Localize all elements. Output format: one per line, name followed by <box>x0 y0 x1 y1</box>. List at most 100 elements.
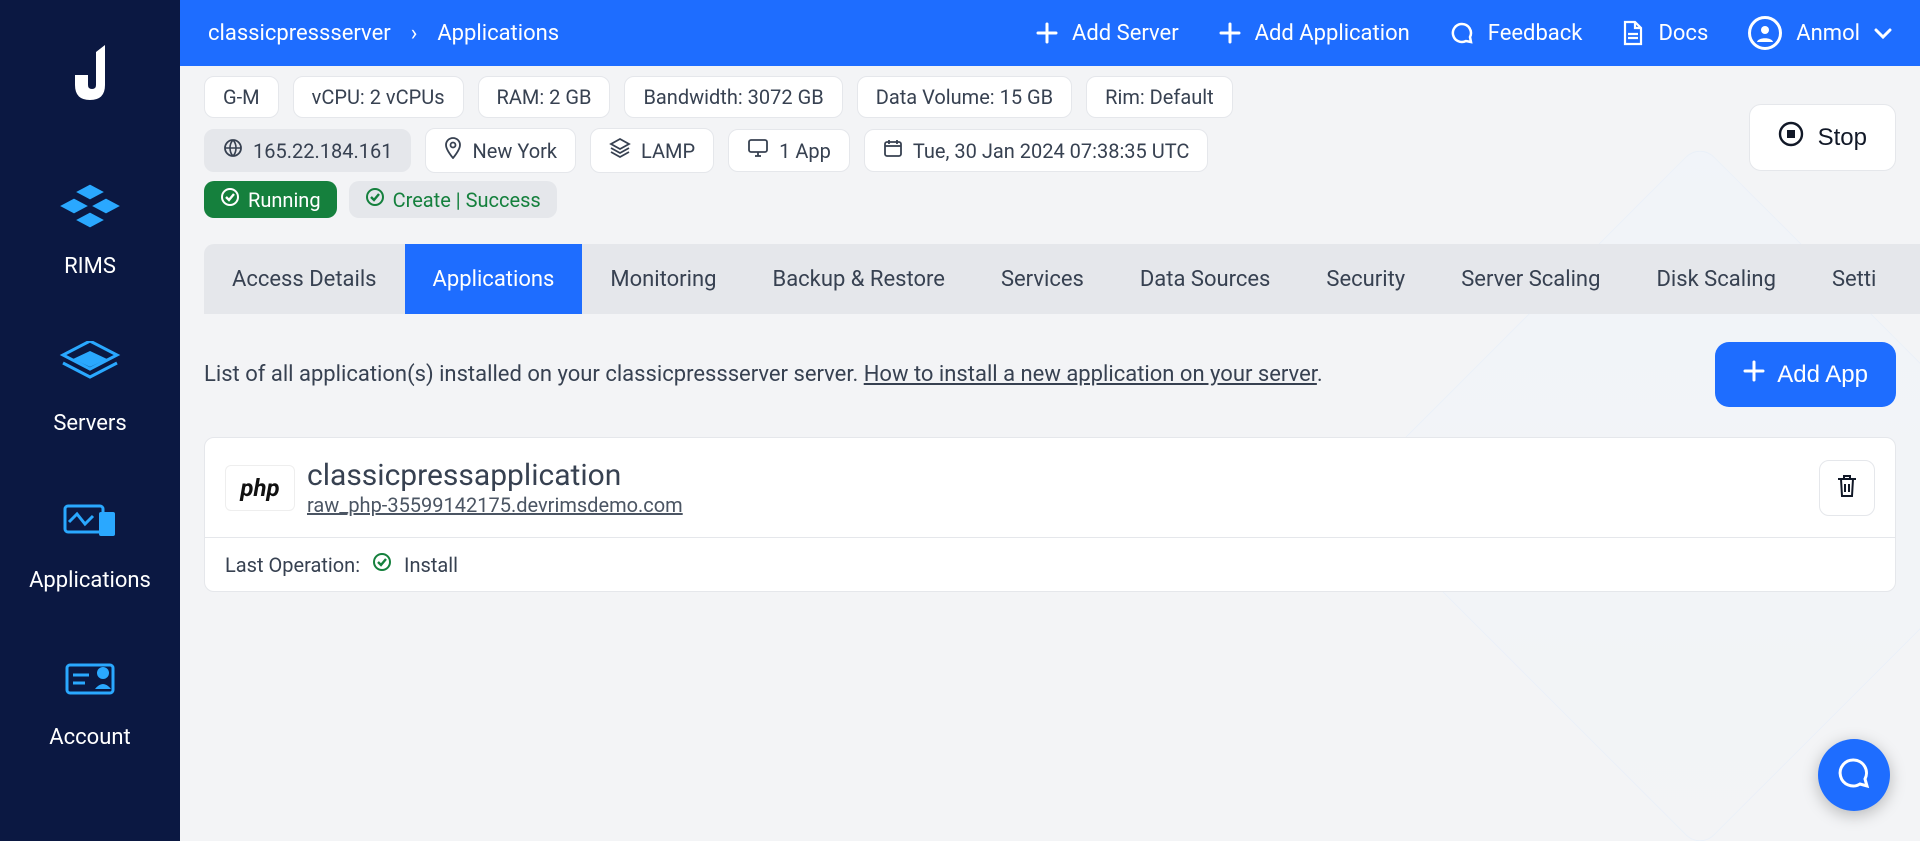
sidebar-item-applications[interactable]: Applications <box>29 498 151 593</box>
status-running-badge: Running <box>204 181 337 218</box>
sidebar-item-label: Account <box>49 725 130 750</box>
app-texts: classicpressapplication raw_php-35599142… <box>307 458 683 517</box>
how-to-install-link[interactable]: How to install a new application on your… <box>864 362 1317 387</box>
topbar-actions: Add Server Add Application Feedback Docs… <box>1036 16 1892 50</box>
tab-access-details[interactable]: Access Details <box>204 244 405 314</box>
intro-prefix: List of all application(s) installed on … <box>204 362 864 387</box>
delete-app-button[interactable] <box>1819 460 1875 516</box>
chip-rim: Rim: Default <box>1086 76 1233 118</box>
last-op-label: Last Operation: <box>225 553 360 577</box>
chip-ram: RAM: 2 GB <box>478 76 611 118</box>
status-row: Running Create | Success <box>180 173 1920 244</box>
chip-data-volume: Data Volume: 15 GB <box>857 76 1072 118</box>
plus-icon <box>1219 22 1241 44</box>
intro-row: List of all application(s) installed on … <box>204 342 1896 407</box>
document-icon <box>1622 20 1644 46</box>
chip-size: G-M <box>204 76 279 118</box>
php-logo-text: php <box>240 474 279 502</box>
docs-label: Docs <box>1658 21 1708 46</box>
check-circle-icon <box>220 187 240 212</box>
add-application-label: Add Application <box>1255 21 1410 46</box>
sidebar-item-label: Applications <box>29 568 151 593</box>
plus-icon <box>1743 360 1765 389</box>
applications-content: List of all application(s) installed on … <box>180 314 1920 620</box>
docs-button[interactable]: Docs <box>1622 20 1708 46</box>
map-pin-icon <box>444 137 462 164</box>
stop-label: Stop <box>1818 124 1867 152</box>
chip-ip-text: 165.22.184.161 <box>253 139 392 163</box>
app-url-link[interactable]: raw_php-35599142175.devrimsdemo.com <box>307 493 683 517</box>
add-app-button[interactable]: Add App <box>1715 342 1896 407</box>
app-card: php classicpressapplication raw_php-3559… <box>204 437 1896 592</box>
topbar: classicpressserver › Applications Add Se… <box>180 0 1920 66</box>
chip-apps: 1 App <box>728 129 850 172</box>
sidebar-item-rims[interactable]: RIMS <box>59 184 121 279</box>
breadcrumb-page[interactable]: Applications <box>437 21 559 46</box>
server-info-row-1: G-M vCPU: 2 vCPUs RAM: 2 GB Bandwidth: 3… <box>180 66 1920 118</box>
layers-icon <box>609 137 631 164</box>
stop-icon <box>1778 121 1804 154</box>
brand-logo <box>60 40 120 114</box>
trash-icon <box>1835 473 1859 502</box>
tab-services[interactable]: Services <box>973 244 1112 314</box>
chip-vcpu: vCPU: 2 vCPUs <box>293 76 464 118</box>
sidebar-item-label: RIMS <box>64 254 116 279</box>
chip-created-text: Tue, 30 Jan 2024 07:38:35 UTC <box>913 139 1190 163</box>
chip-location: New York <box>425 128 576 173</box>
feedback-button[interactable]: Feedback <box>1450 21 1583 46</box>
add-server-label: Add Server <box>1072 21 1179 46</box>
sidebar-item-label: Servers <box>53 411 126 436</box>
user-menu[interactable]: Anmol <box>1748 16 1892 50</box>
status-create-text: Create | Success <box>393 188 541 212</box>
tab-applications[interactable]: Applications <box>405 244 583 314</box>
chip-stack-text: LAMP <box>641 139 695 163</box>
sidebar-item-servers[interactable]: Servers <box>53 341 126 436</box>
tab-server-scaling[interactable]: Server Scaling <box>1433 244 1628 314</box>
chip-stack: LAMP <box>590 128 714 173</box>
account-card-icon <box>59 655 121 707</box>
feedback-label: Feedback <box>1488 21 1583 46</box>
chat-icon <box>1837 756 1871 794</box>
chip-location-text: New York <box>472 139 557 163</box>
last-op-value: Install <box>404 553 458 577</box>
chevron-right-icon: › <box>411 21 418 46</box>
breadcrumb-server[interactable]: classicpressserver <box>208 21 391 46</box>
app-card-footer: Last Operation: Install <box>205 537 1895 591</box>
tab-security[interactable]: Security <box>1298 244 1433 314</box>
sidebar-item-account[interactable]: Account <box>49 655 130 750</box>
tab-backup-restore[interactable]: Backup & Restore <box>744 244 972 314</box>
tab-monitoring[interactable]: Monitoring <box>582 244 744 314</box>
chip-apps-text: 1 App <box>779 139 831 163</box>
tab-disk-scaling[interactable]: Disk Scaling <box>1628 244 1804 314</box>
chip-created: Tue, 30 Jan 2024 07:38:35 UTC <box>864 129 1209 172</box>
intro-text: List of all application(s) installed on … <box>204 362 1323 387</box>
app-name[interactable]: classicpressapplication <box>307 458 683 493</box>
main: G-M vCPU: 2 vCPUs RAM: 2 GB Bandwidth: 3… <box>180 66 1920 841</box>
chat-icon <box>1450 21 1474 45</box>
add-app-label: Add App <box>1777 361 1868 389</box>
plus-icon <box>1036 22 1058 44</box>
apps-icon <box>59 498 121 550</box>
add-server-button[interactable]: Add Server <box>1036 21 1179 46</box>
php-logo: php <box>225 465 295 511</box>
monitor-icon <box>747 138 769 163</box>
check-circle-icon <box>372 552 392 577</box>
server-stack-icon <box>59 341 121 393</box>
stop-button[interactable]: Stop <box>1749 104 1896 171</box>
cubes-icon <box>59 184 121 236</box>
tab-data-sources[interactable]: Data Sources <box>1112 244 1299 314</box>
add-application-button[interactable]: Add Application <box>1219 21 1410 46</box>
app-card-header: php classicpressapplication raw_php-3559… <box>205 438 1895 537</box>
status-create-badge: Create | Success <box>349 181 557 218</box>
breadcrumb: classicpressserver › Applications <box>208 21 559 46</box>
check-circle-icon <box>365 187 385 212</box>
globe-icon <box>223 138 243 163</box>
server-info-row-2: 165.22.184.161 New York LAMP 1 App Tue, … <box>180 118 1920 173</box>
sidebar: RIMS Servers Applications <box>0 0 180 841</box>
tabs-bar: Access Details Applications Monitoring B… <box>204 244 1920 314</box>
chevron-down-icon <box>1874 21 1892 46</box>
help-chat-bubble[interactable] <box>1818 739 1890 811</box>
tab-settings-cutoff[interactable]: Setti <box>1804 244 1904 314</box>
status-running-text: Running <box>248 188 321 212</box>
chip-ip[interactable]: 165.22.184.161 <box>204 129 411 172</box>
